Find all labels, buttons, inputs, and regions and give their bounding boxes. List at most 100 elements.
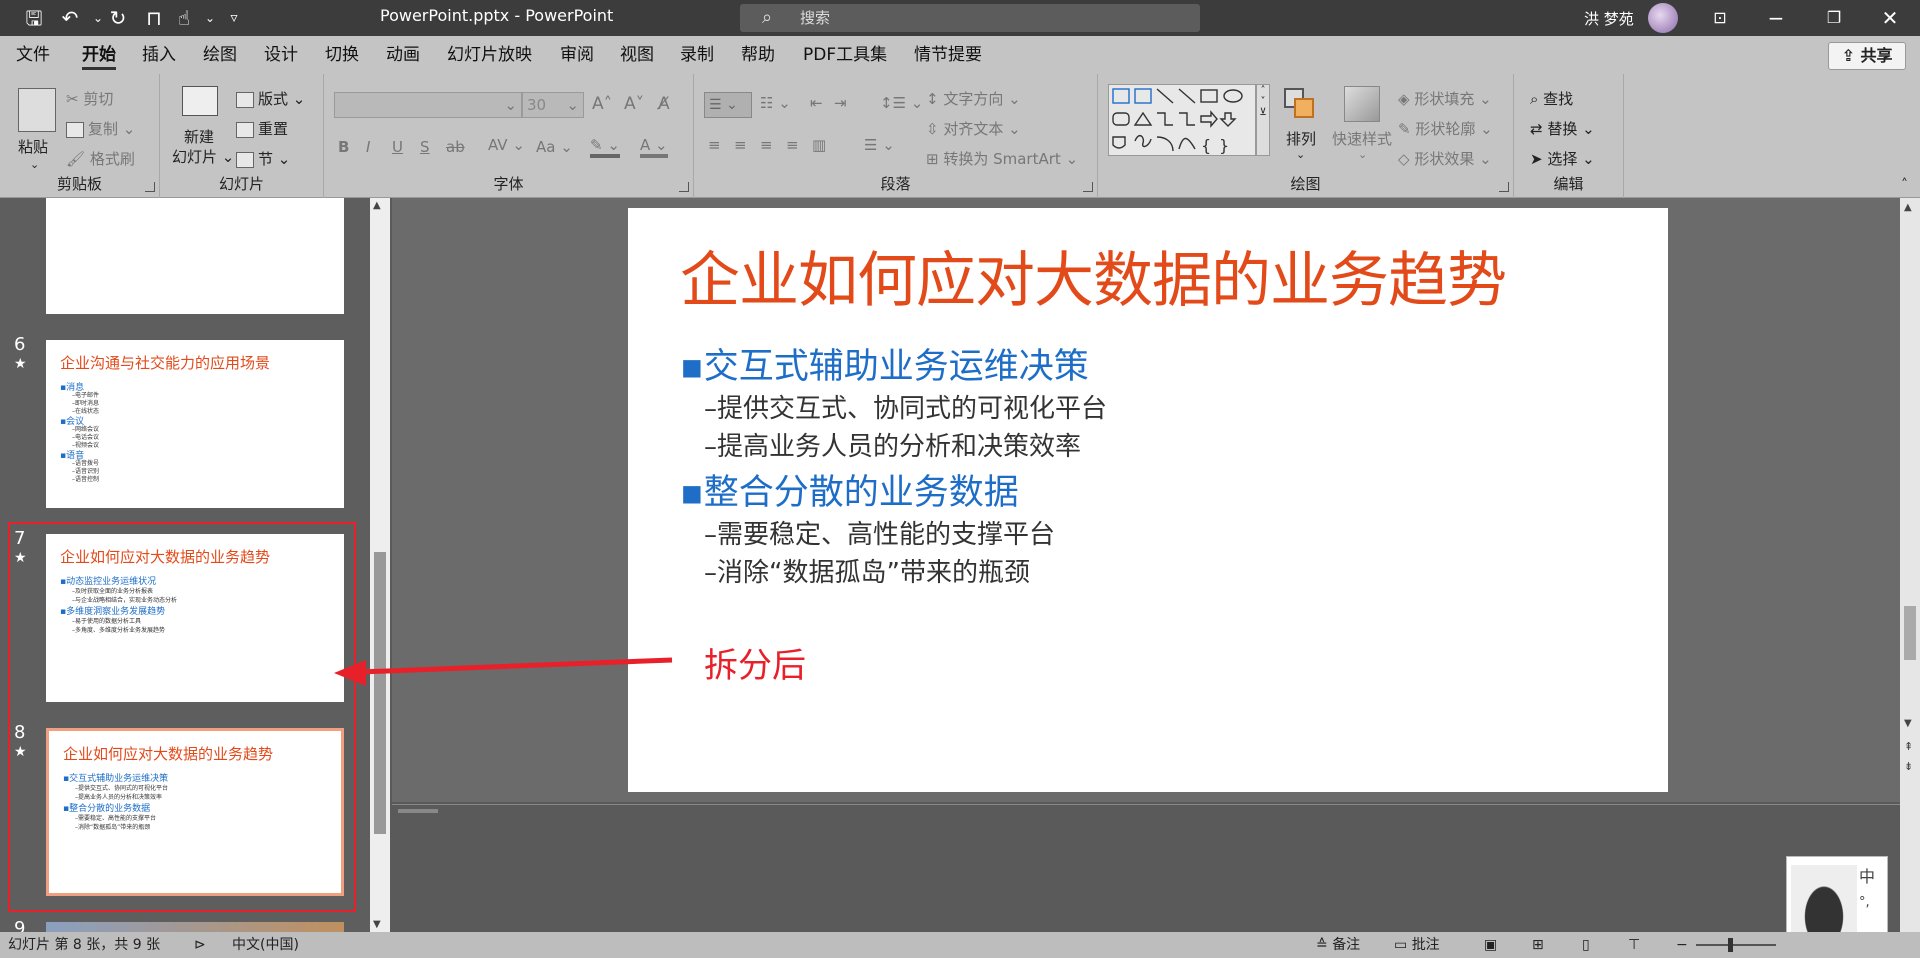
font-size-select[interactable]: 30 ⌄: [522, 92, 584, 118]
slide-thumbnail-7[interactable]: 企业如何应对大数据的业务趋势 ▪动态监控业务运维状况 –及时获取全面的业务分析报表…: [46, 534, 344, 702]
previous-slide-icon[interactable]: ⇞: [1904, 740, 1913, 753]
decrease-indent-icon[interactable]: ⇤: [810, 94, 823, 112]
slide-scroll-thumb[interactable]: [1904, 606, 1916, 660]
slide-subbullet-2a[interactable]: –需要稳定、高性能的支撑平台: [704, 514, 1055, 551]
tab-home[interactable]: 开始: [82, 36, 116, 74]
ribbon-display-icon[interactable]: ⊡: [1706, 4, 1734, 32]
tab-transitions[interactable]: 切换: [325, 36, 359, 74]
scroll-thumb[interactable]: [374, 552, 386, 834]
select-button[interactable]: ➤ 选择 ⌄: [1530, 148, 1595, 169]
save-icon[interactable]: 🖫: [20, 4, 48, 32]
numbering-icon[interactable]: ☷ ⌄: [760, 94, 791, 112]
paragraph-launcher-icon[interactable]: [1083, 182, 1093, 192]
collapse-ribbon-icon[interactable]: ˄: [1901, 177, 1908, 193]
slide-subbullet-2b[interactable]: –消除“数据孤岛”带来的瓶颈: [704, 552, 1030, 589]
scroll-down-icon[interactable]: ▼: [373, 919, 381, 930]
tab-storyboard[interactable]: 情节提要: [914, 36, 982, 74]
avatar[interactable]: [1648, 3, 1678, 33]
underline-icon[interactable]: U: [392, 138, 403, 156]
align-center-icon[interactable]: ≡: [734, 136, 747, 154]
tab-record[interactable]: 录制: [680, 36, 714, 74]
shrink-font-icon[interactable]: A˅: [624, 94, 644, 114]
touch-mode-icon[interactable]: ☝: [170, 4, 198, 32]
customize-qat-icon[interactable]: ▿: [220, 4, 248, 32]
tab-pdf-tools[interactable]: PDF工具集: [803, 36, 887, 74]
quick-styles-button[interactable]: 快速样式: [1332, 128, 1392, 149]
accessibility-icon[interactable]: ⊳: [194, 932, 206, 958]
arrange-icon[interactable]: [1284, 88, 1316, 120]
tab-review[interactable]: 审阅: [560, 36, 594, 74]
notes-toggle[interactable]: ≙ 备注: [1316, 932, 1360, 958]
search-box[interactable]: ⌕ 搜索: [740, 4, 1200, 32]
slide-subbullet-1b[interactable]: –提高业务人员的分析和决策效率: [704, 426, 1081, 463]
tab-file[interactable]: 文件: [16, 36, 50, 74]
reading-view-icon[interactable]: ▯: [1582, 932, 1590, 958]
arrange-button[interactable]: 排列: [1286, 128, 1316, 149]
bold-icon[interactable]: B: [338, 138, 349, 156]
scroll-up-icon[interactable]: ▲: [1904, 202, 1912, 213]
new-slide-label-2[interactable]: 幻灯片 ⌄: [172, 146, 234, 167]
shadow-icon[interactable]: S: [420, 138, 430, 156]
ime-punctuation[interactable]: °,: [1859, 895, 1870, 910]
replace-button[interactable]: ⇄ 替换 ⌄: [1530, 118, 1595, 139]
change-case-icon[interactable]: Aa ⌄: [536, 138, 573, 156]
quick-styles-icon[interactable]: [1344, 86, 1380, 122]
grow-font-icon[interactable]: A˄: [592, 94, 612, 114]
format-painter-button[interactable]: 🖌 格式刷: [66, 148, 135, 169]
justify-icon[interactable]: ≡: [786, 136, 799, 154]
current-slide[interactable]: 企业如何应对大数据的业务趋势 ▪交互式辅助业务运维决策 –提供交互式、协同式的可…: [628, 208, 1668, 792]
find-button[interactable]: ⌕ 查找: [1530, 88, 1573, 109]
text-direction-button[interactable]: ↕ 文字方向 ⌄: [926, 88, 1021, 109]
slideshow-view-icon[interactable]: ⊤: [1628, 932, 1640, 958]
char-spacing-icon[interactable]: AV ⌄: [488, 136, 525, 154]
minimize-icon[interactable]: −: [1762, 4, 1790, 32]
font-launcher-icon[interactable]: [679, 182, 689, 192]
tab-draw[interactable]: 绘图: [203, 36, 237, 74]
bullets-button[interactable]: ☰ ⌄: [704, 92, 752, 118]
slide-bullet-1[interactable]: ▪交互式辅助业务运维决策: [680, 338, 1089, 389]
comments-toggle[interactable]: ▭ 批注: [1394, 932, 1440, 958]
tab-view[interactable]: 视图: [620, 36, 654, 74]
paste-dropdown-icon[interactable]: ⌄: [30, 158, 39, 171]
normal-view-icon[interactable]: ▣: [1484, 932, 1497, 958]
copy-button[interactable]: 复制 ⌄: [66, 118, 135, 139]
scroll-down-icon[interactable]: ▼: [1904, 718, 1912, 729]
notes-pane[interactable]: [392, 804, 1900, 932]
slide-thumbnail-6[interactable]: 企业沟通与社交能力的应用场景 ▪消息 –电子邮件 –即时消息 –在线状态 ▪会议 –网络会…: [46, 340, 344, 508]
shapes-gallery[interactable]: {}: [1108, 84, 1256, 156]
line-spacing-icon[interactable]: ↕☰ ⌄: [880, 94, 923, 112]
highlight-icon[interactable]: ✎ ⌄: [590, 136, 620, 158]
slide-thumbnail-9[interactable]: [46, 922, 344, 932]
reset-button[interactable]: 重置: [236, 118, 288, 139]
shapes-scroll[interactable]: ˄ ˅ ⊻: [1256, 84, 1270, 156]
arrange-dropdown-icon[interactable]: ⌄: [1296, 148, 1305, 161]
zoom-out-icon[interactable]: −: [1676, 932, 1688, 958]
quick-styles-dropdown-icon[interactable]: ⌄: [1358, 148, 1367, 161]
paste-icon[interactable]: [18, 88, 56, 132]
drawing-launcher-icon[interactable]: [1499, 182, 1509, 192]
tab-animations[interactable]: 动画: [386, 36, 420, 74]
zoom-slider[interactable]: [1696, 944, 1776, 946]
restore-icon[interactable]: ❐: [1820, 4, 1848, 32]
slide-scrollbar[interactable]: ▲ ▼ ⇞ ⇟: [1900, 198, 1920, 932]
close-icon[interactable]: ✕: [1876, 4, 1904, 32]
zoom-slider-thumb[interactable]: [1728, 938, 1733, 952]
smartart-button[interactable]: ⊞ 转换为 SmartArt ⌄: [926, 148, 1078, 169]
align-text-button[interactable]: ⇳ 对齐文本 ⌄: [926, 118, 1021, 139]
font-family-select[interactable]: ⌄: [334, 92, 522, 118]
increase-indent-icon[interactable]: ⇥: [834, 94, 847, 112]
slide-thumbnail-8[interactable]: 企业如何应对大数据的业务趋势 ▪交互式辅助业务运维决策 –提供交互式、协同式的可视…: [46, 728, 344, 896]
present-icon[interactable]: ⊓: [140, 4, 168, 32]
tab-help[interactable]: 帮助: [741, 36, 775, 74]
slide-subbullet-1a[interactable]: –提供交互式、协同式的可视化平台: [704, 388, 1107, 425]
language-indicator[interactable]: 中文(中国): [232, 932, 299, 958]
cut-button[interactable]: ✂ 剪切: [66, 88, 113, 109]
tab-slideshow[interactable]: 幻灯片放映: [447, 36, 532, 74]
tab-design[interactable]: 设计: [264, 36, 298, 74]
slide-sorter-icon[interactable]: ⊞: [1532, 932, 1544, 958]
redo-icon[interactable]: ↻: [104, 4, 132, 32]
clear-format-icon[interactable]: A̸: [658, 94, 670, 114]
strikethrough-icon[interactable]: ab: [446, 138, 465, 156]
next-slide-icon[interactable]: ⇟: [1904, 760, 1913, 773]
ime-language[interactable]: 中: [1859, 863, 1875, 887]
